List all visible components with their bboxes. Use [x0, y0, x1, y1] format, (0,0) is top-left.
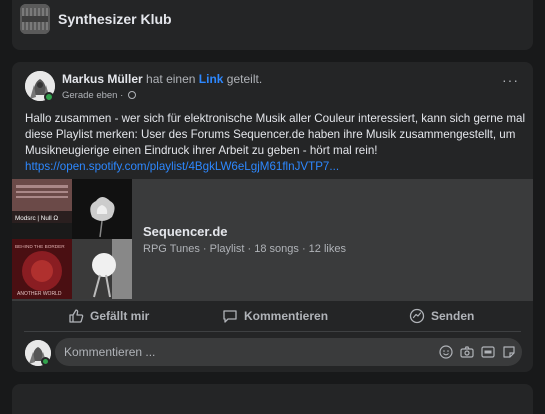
- thumb1-label: Modsrc | Null Ω: [15, 215, 58, 222]
- globe-icon: [127, 91, 136, 99]
- post-time[interactable]: Gerade eben ·: [62, 90, 123, 101]
- group-header: Synthesizer Klub: [12, 0, 533, 50]
- messenger-icon: [409, 308, 425, 324]
- cover-thumbnail-3: BEHIND THE BORDER ANOTHER WORLD: [12, 239, 72, 299]
- link-attachment[interactable]: Modsrc | Null Ω BEHIND THE BORDER ANOTHE…: [12, 179, 533, 301]
- gif-icon[interactable]: [480, 344, 496, 360]
- camera-icon[interactable]: [459, 344, 475, 360]
- group-avatar[interactable]: [20, 4, 50, 34]
- emoji-icon[interactable]: [438, 344, 454, 360]
- cover-thumbnail-1: Modsrc | Null Ω: [12, 179, 72, 239]
- group-name[interactable]: Synthesizer Klub: [58, 11, 172, 27]
- send-label: Senden: [431, 309, 475, 323]
- thumb3-top-label: BEHIND THE BORDER: [15, 244, 65, 249]
- cover-thumbnail-4: [72, 239, 132, 299]
- divider: [24, 331, 521, 332]
- send-button[interactable]: Senden: [409, 308, 474, 324]
- comment-box[interactable]: [55, 338, 522, 366]
- commenter-online-dot: [41, 357, 50, 366]
- action-suffix: geteilt.: [226, 72, 263, 86]
- post-text: Hallo zusammen - wer sich für elektronis…: [25, 112, 526, 157]
- action-prefix: hat einen: [146, 72, 196, 86]
- post-card: Markus Müller hat einen Link geteilt. Ge…: [12, 62, 533, 372]
- cover-thumbnail-2: [72, 179, 132, 239]
- post-url-link[interactable]: https://open.spotify.com/playlist/4BgkLW…: [25, 160, 339, 173]
- comment-label: Kommentieren: [244, 309, 329, 323]
- thumb3-bottom-label: ANOTHER WORLD: [17, 291, 62, 297]
- attachment-subtitle: RPG Tunes · Playlist · 18 songs · 12 lik…: [143, 243, 346, 255]
- author-name[interactable]: Markus Müller: [62, 72, 143, 86]
- attachment-title[interactable]: Sequencer.de: [143, 224, 228, 239]
- comment-input[interactable]: [64, 345, 364, 359]
- post-meta: Gerade eben ·: [62, 90, 136, 101]
- next-post-card: [12, 384, 533, 414]
- post-actions: Gefällt mir Kommentieren Senden: [12, 302, 533, 332]
- action-link[interactable]: Link: [199, 72, 224, 86]
- post-header: Markus Müller hat einen Link geteilt.: [62, 72, 262, 86]
- post-body: Hallo zusammen - wer sich für elektronis…: [25, 111, 530, 175]
- like-button[interactable]: Gefällt mir: [68, 308, 149, 324]
- thumbs-up-icon: [69, 309, 84, 323]
- comment-button[interactable]: Kommentieren: [222, 308, 328, 324]
- more-options-button[interactable]: ···: [502, 72, 519, 88]
- comment-bubble-icon: [223, 310, 237, 323]
- sticker-icon[interactable]: [501, 344, 517, 360]
- like-label: Gefällt mir: [90, 309, 150, 323]
- online-status-dot: [44, 92, 54, 102]
